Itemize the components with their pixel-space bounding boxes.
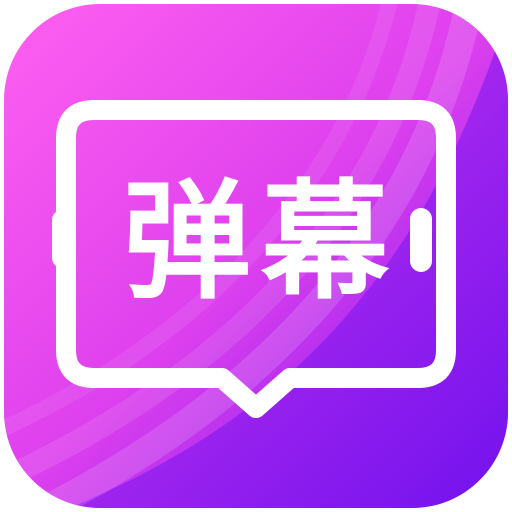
app-icon-label: 弹幕	[122, 168, 399, 317]
app-icon-canvas: 弹幕	[0, 0, 512, 512]
